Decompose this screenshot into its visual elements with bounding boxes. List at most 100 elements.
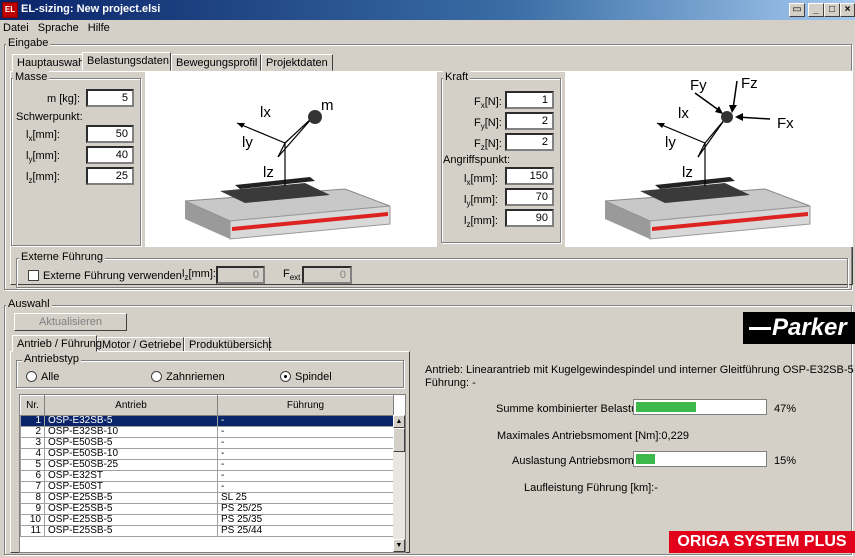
auslastung-progress-bar (633, 451, 767, 467)
kraft-lz-label: lz[mm]: (464, 215, 498, 230)
cell-antrieb: OSP-E50SB-25 (44, 459, 218, 471)
tab-produktuebersicht[interactable]: Produktübersicht (184, 337, 272, 352)
fuehrung-description: Führung: - (425, 377, 476, 389)
auslastung-progress-fill (636, 454, 655, 464)
cell-fuehrung: PS 25/25 (217, 503, 394, 515)
fext-input[interactable]: 0 (302, 266, 352, 284)
radio-spindel[interactable] (280, 371, 291, 382)
auslastung-value: 15% (774, 455, 797, 467)
tab-hauptauswahl[interactable]: Hauptauswahl (12, 54, 87, 71)
m-input[interactable]: 5 (86, 89, 134, 107)
table-row[interactable]: 3 OSP-E50SB-5- (20, 437, 394, 449)
cell-fuehrung: - (217, 415, 394, 427)
diagram-fy-label: Fy (690, 77, 707, 94)
max-moment-text: Maximales Antriebsmoment [Nm]:0,229 (497, 430, 689, 442)
menu-bar: Datei Sprache Hilfe (0, 20, 855, 37)
auswahl-tabs: Antrieb / Führung Motor / Getriebe Produ… (12, 335, 272, 352)
table-row[interactable]: 5 OSP-E50SB-25- (20, 459, 394, 471)
table-row[interactable]: 1 OSP-E32SB-5- (20, 415, 394, 427)
col-antrieb[interactable]: Antrieb (44, 395, 218, 416)
table-row[interactable]: 4 OSP-E50SB-10- (20, 448, 394, 460)
table-row[interactable]: 11 OSP-E25SB-5 PS 25/44 (20, 525, 394, 537)
diagram-m-label: m (321, 97, 334, 114)
tab-bewegungsprofil[interactable]: Bewegungsprofil (171, 54, 261, 71)
auslastung-label: Auslastung Antriebsmoment: (512, 455, 653, 467)
restore-icon[interactable]: ▭ (789, 3, 805, 17)
fx-label: Fx[N]: (474, 96, 502, 111)
title-bar: EL EL-sizing: New project.elsi ▭ _ □ × (0, 0, 855, 20)
cell-fuehrung: - (217, 481, 394, 493)
table-row[interactable]: 8 OSP-E25SB-5 SL 25 (20, 492, 394, 504)
kraft-lz-input[interactable]: 90 (505, 209, 554, 227)
radio-alle-label: Alle (41, 371, 60, 383)
menu-hilfe[interactable]: Hilfe (85, 20, 113, 34)
cell-nr: 4 (20, 448, 45, 460)
menu-sprache[interactable]: Sprache (35, 20, 82, 34)
masse-ly-input[interactable]: 40 (86, 146, 134, 164)
fz-input[interactable]: 2 (505, 133, 554, 151)
externe-lz-input[interactable]: 0 (216, 266, 265, 284)
schwerpunkt-label: Schwerpunkt: (16, 111, 83, 123)
close-button[interactable]: × (840, 3, 855, 17)
tab-projektdaten[interactable]: Projektdaten (261, 54, 333, 71)
cell-nr: 9 (20, 503, 45, 515)
tab-antrieb-fuehrung[interactable]: Antrieb / Führung (12, 335, 102, 352)
minimize-button[interactable]: _ (808, 3, 824, 17)
externe-checkbox[interactable] (28, 270, 39, 281)
scroll-down-button[interactable]: ▼ (393, 539, 405, 552)
cell-fuehrung: - (217, 470, 394, 482)
cell-antrieb: OSP-E50SB-5 (44, 437, 218, 449)
antrieb-table: Nr. Antrieb Führung 1 OSP-E32SB-5-2 OSP-E3… (20, 395, 394, 537)
scroll-thumb[interactable] (393, 428, 405, 452)
table-scrollbar[interactable]: ▲ ▼ (393, 415, 405, 552)
col-fuehrung[interactable]: Führung (217, 395, 394, 416)
col-nr[interactable]: Nr. (20, 395, 45, 416)
radio-zahnriemen[interactable] (151, 371, 162, 382)
menu-datei[interactable]: Datei (0, 20, 32, 34)
maximize-button[interactable]: □ (824, 3, 840, 17)
externe-checkbox-label: Externe Führung verwenden (43, 270, 182, 282)
tab-belastungsdaten[interactable]: Belastungsdaten (82, 52, 171, 71)
fext-label: Fext (283, 268, 301, 283)
cell-fuehrung: SL 25 (217, 492, 394, 504)
refresh-button[interactable]: Aktualisieren (14, 313, 127, 331)
externe-lz-label: lz[mm]: (182, 268, 216, 283)
cell-antrieb: OSP-E50ST (44, 481, 218, 493)
scroll-up-button[interactable]: ▲ (393, 415, 405, 428)
table-row[interactable]: 2 OSP-E32SB-10- (20, 426, 394, 438)
masse-lz-label: lz[mm]: (26, 171, 60, 186)
origa-brand-banner: ORIGA SYSTEM PLUS (669, 531, 855, 553)
masse-lx-label: lx[mm]: (26, 129, 60, 144)
masse-lx-input[interactable]: 50 (86, 125, 134, 143)
cell-fuehrung: - (217, 437, 394, 449)
eingabe-label: Eingabe (6, 37, 51, 49)
fy-input[interactable]: 2 (505, 112, 554, 130)
cell-nr: 6 (20, 470, 45, 482)
cell-nr: 2 (20, 426, 45, 438)
angriffspunkt-label: Angriffspunkt: (443, 154, 511, 166)
kraft-ly-input[interactable]: 70 (505, 188, 554, 206)
cell-fuehrung: - (217, 448, 394, 460)
cell-antrieb: OSP-E50SB-10 (44, 448, 218, 460)
table-row[interactable]: 7 OSP-E50ST - (20, 481, 394, 493)
diagram-lz-label: lz (263, 164, 274, 181)
table-row[interactable]: 10 OSP-E25SB-5 PS 25/35 (20, 514, 394, 526)
table-row[interactable]: 6 OSP-E32ST - (20, 470, 394, 482)
cell-fuehrung: - (217, 459, 394, 471)
table-row[interactable]: 9 OSP-E25SB-5 PS 25/25 (20, 503, 394, 515)
tab-motor-getriebe[interactable]: Motor / Getriebe (97, 337, 184, 352)
cell-nr: 10 (20, 514, 45, 526)
mass-diagram-svg (184, 110, 391, 240)
fx-input[interactable]: 1 (505, 91, 554, 109)
cell-nr: 5 (20, 459, 45, 471)
app-icon: EL (2, 2, 18, 18)
window-title: EL-sizing: New project.elsi (21, 3, 161, 15)
diagram-force-lz-label: lz (682, 164, 693, 181)
radio-alle[interactable] (26, 371, 37, 382)
kraft-lx-input[interactable]: 150 (505, 167, 554, 185)
cell-antrieb: OSP-E25SB-5 (44, 492, 218, 504)
masse-lz-input[interactable]: 25 (86, 167, 134, 185)
parker-logo-text: Parker (772, 314, 847, 341)
diagram-lx-label: lx (260, 104, 271, 121)
fy-label: Fy[N]: (474, 117, 502, 132)
